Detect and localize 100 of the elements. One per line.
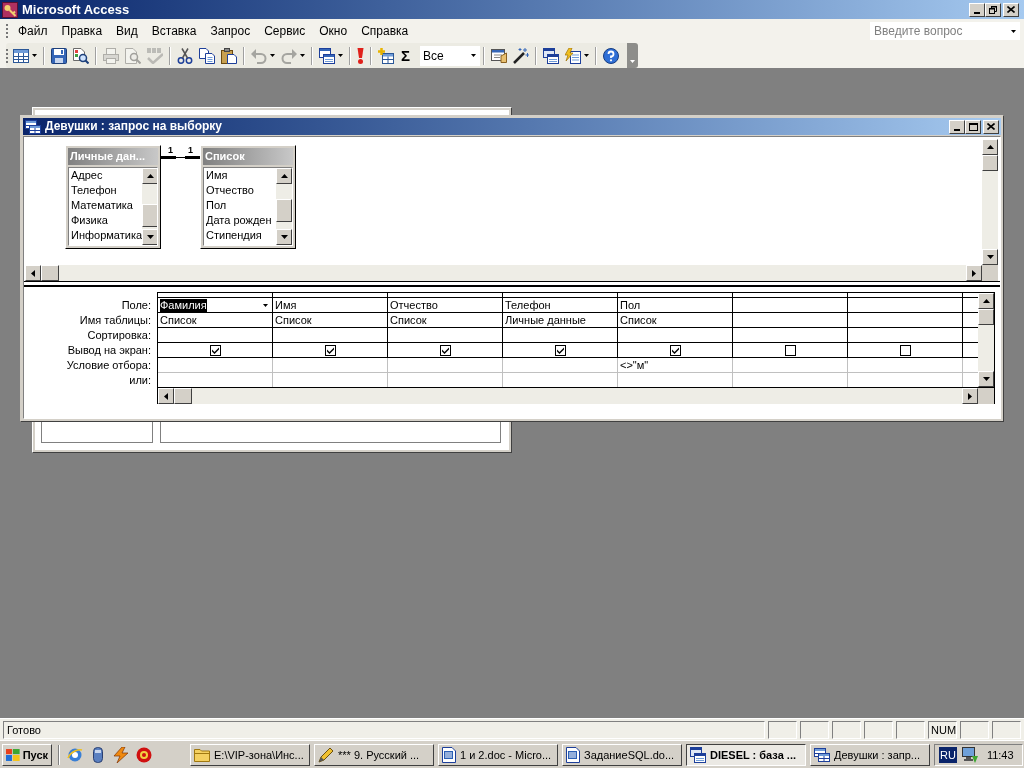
field-cell[interactable]: Имя [273, 298, 388, 313]
minimize-button[interactable] [949, 119, 965, 134]
menu-item[interactable]: Файл [11, 21, 55, 41]
vertical-scrollbar[interactable] [978, 293, 994, 387]
menu-item[interactable]: Правка [54, 21, 110, 41]
vertical-scrollbar[interactable] [142, 168, 157, 245]
menu-item[interactable]: Вставка [144, 21, 204, 41]
quick-launch-button[interactable] [136, 746, 152, 763]
field-cell[interactable]: Телефон [503, 298, 618, 313]
taskbar-button[interactable]: DIESEL : база ... [686, 743, 806, 766]
grid-cell[interactable] [388, 343, 503, 358]
show-checkbox[interactable] [324, 344, 336, 356]
scroll-thumb[interactable] [982, 155, 998, 171]
taskbar-button[interactable]: 1 и 2.doc - Micro... [438, 743, 558, 766]
show-checkbox[interactable] [209, 344, 221, 356]
taskbar-button[interactable]: *** 9. Русский ... [314, 743, 434, 766]
scroll-thumb[interactable] [142, 204, 157, 227]
column-selector[interactable] [273, 293, 388, 298]
horizontal-scrollbar[interactable] [158, 388, 978, 404]
scroll-thumb[interactable] [978, 309, 994, 325]
field-list-item[interactable]: Адрес [71, 168, 143, 183]
grid-cell[interactable] [503, 328, 618, 343]
show-checkbox[interactable] [784, 344, 796, 356]
language-indicator[interactable]: RU [939, 746, 957, 763]
show-checkbox[interactable] [439, 344, 451, 356]
scroll-down-button[interactable] [142, 229, 157, 245]
grid-cell[interactable] [158, 343, 273, 358]
column-selector[interactable] [618, 293, 733, 298]
grid-cell[interactable] [618, 328, 733, 343]
field-cell[interactable] [733, 298, 848, 313]
scroll-up-button[interactable] [978, 293, 994, 309]
scroll-up-button[interactable] [142, 168, 157, 184]
field-list-item[interactable]: Отчество [206, 183, 276, 198]
table-name-cell[interactable]: Список [158, 313, 273, 328]
field-list-item[interactable]: Пол [206, 198, 276, 213]
scroll-right-button[interactable] [962, 388, 978, 404]
taskbar-button[interactable]: E:\VIP-зона\Инс... [190, 743, 310, 766]
menu-item[interactable]: Запрос [203, 21, 258, 41]
table-name-cell[interactable]: Список [273, 313, 388, 328]
grid-cell[interactable] [158, 328, 273, 343]
grid-cell[interactable] [503, 343, 618, 358]
toolbar-options-button[interactable] [627, 43, 638, 68]
close-button[interactable] [983, 119, 999, 134]
field-list-item[interactable]: Телефон [71, 183, 143, 198]
question-combo[interactable]: Введите вопрос [870, 22, 1020, 40]
close-button[interactable] [1003, 2, 1019, 17]
scroll-left-button[interactable] [25, 265, 41, 281]
vertical-scrollbar[interactable] [982, 139, 998, 265]
scroll-thumb[interactable] [174, 388, 192, 404]
field-list-item[interactable]: Математика [71, 198, 143, 213]
grid-cell[interactable] [733, 313, 848, 328]
field-cell[interactable]: Отчество [388, 298, 503, 313]
field-list-window[interactable]: Список Имя Отчество Пол Дата рожден Стипендия [200, 145, 296, 249]
field-list-item[interactable]: Стипендия [206, 228, 276, 243]
scroll-right-button[interactable] [966, 265, 982, 281]
restore-button[interactable] [985, 2, 1001, 17]
column-selector[interactable] [158, 293, 273, 298]
quick-launch-button[interactable] [113, 746, 129, 763]
filter-combo[interactable]: Все [420, 45, 480, 66]
show-checkbox[interactable] [669, 344, 681, 356]
field-cell[interactable] [848, 298, 963, 313]
field-list-window[interactable]: Личные дан... Адрес Телефон Математика Физика Информатика [65, 145, 161, 249]
scroll-down-button[interactable] [982, 249, 998, 265]
menu-item[interactable]: Справка [354, 21, 416, 41]
column-selector[interactable] [733, 293, 848, 298]
field-cell[interactable]: Фамилия [158, 298, 273, 313]
horizontal-scrollbar[interactable] [25, 265, 982, 281]
toolbar-button[interactable]: Σ [397, 44, 414, 67]
scroll-down-button[interactable] [276, 229, 292, 245]
grid-cell[interactable] [618, 343, 733, 358]
menu-item[interactable]: Окно [312, 21, 355, 41]
menu-item[interactable]: Вид [109, 21, 145, 41]
pane-splitter[interactable] [24, 281, 1000, 287]
grid-cell[interactable] [733, 343, 848, 358]
column-selector[interactable] [848, 293, 963, 298]
quick-launch-button[interactable] [90, 746, 106, 763]
scroll-left-button[interactable] [158, 388, 174, 404]
table-name-cell[interactable]: Список [618, 313, 733, 328]
show-checkbox[interactable] [554, 344, 566, 356]
taskbar-button[interactable]: ЗаданиеSQL.do... [562, 743, 682, 766]
scroll-up-button[interactable] [276, 168, 292, 184]
field-list-item[interactable]: Физика [71, 213, 143, 228]
scroll-thumb[interactable] [41, 265, 59, 281]
scroll-up-button[interactable] [982, 139, 998, 155]
scroll-thumb[interactable] [276, 199, 292, 222]
grid-cell[interactable] [733, 328, 848, 343]
table-name-cell[interactable]: Личные данные [503, 313, 618, 328]
vertical-scrollbar[interactable] [276, 168, 292, 245]
quick-launch-button[interactable] [67, 746, 83, 763]
criteria-cell[interactable]: <>"м" [618, 358, 733, 373]
table-name-cell[interactable]: Список [388, 313, 503, 328]
column-selector[interactable] [388, 293, 503, 298]
grid-cell[interactable] [388, 328, 503, 343]
column-selector[interactable] [503, 293, 618, 298]
field-list-item[interactable]: Дата рожден [206, 213, 276, 228]
grid-cell[interactable] [848, 343, 963, 358]
grid-cell[interactable] [273, 343, 388, 358]
field-list-item[interactable]: Информатика [71, 228, 143, 243]
grid-cell[interactable] [848, 328, 963, 343]
scroll-down-button[interactable] [978, 371, 994, 387]
